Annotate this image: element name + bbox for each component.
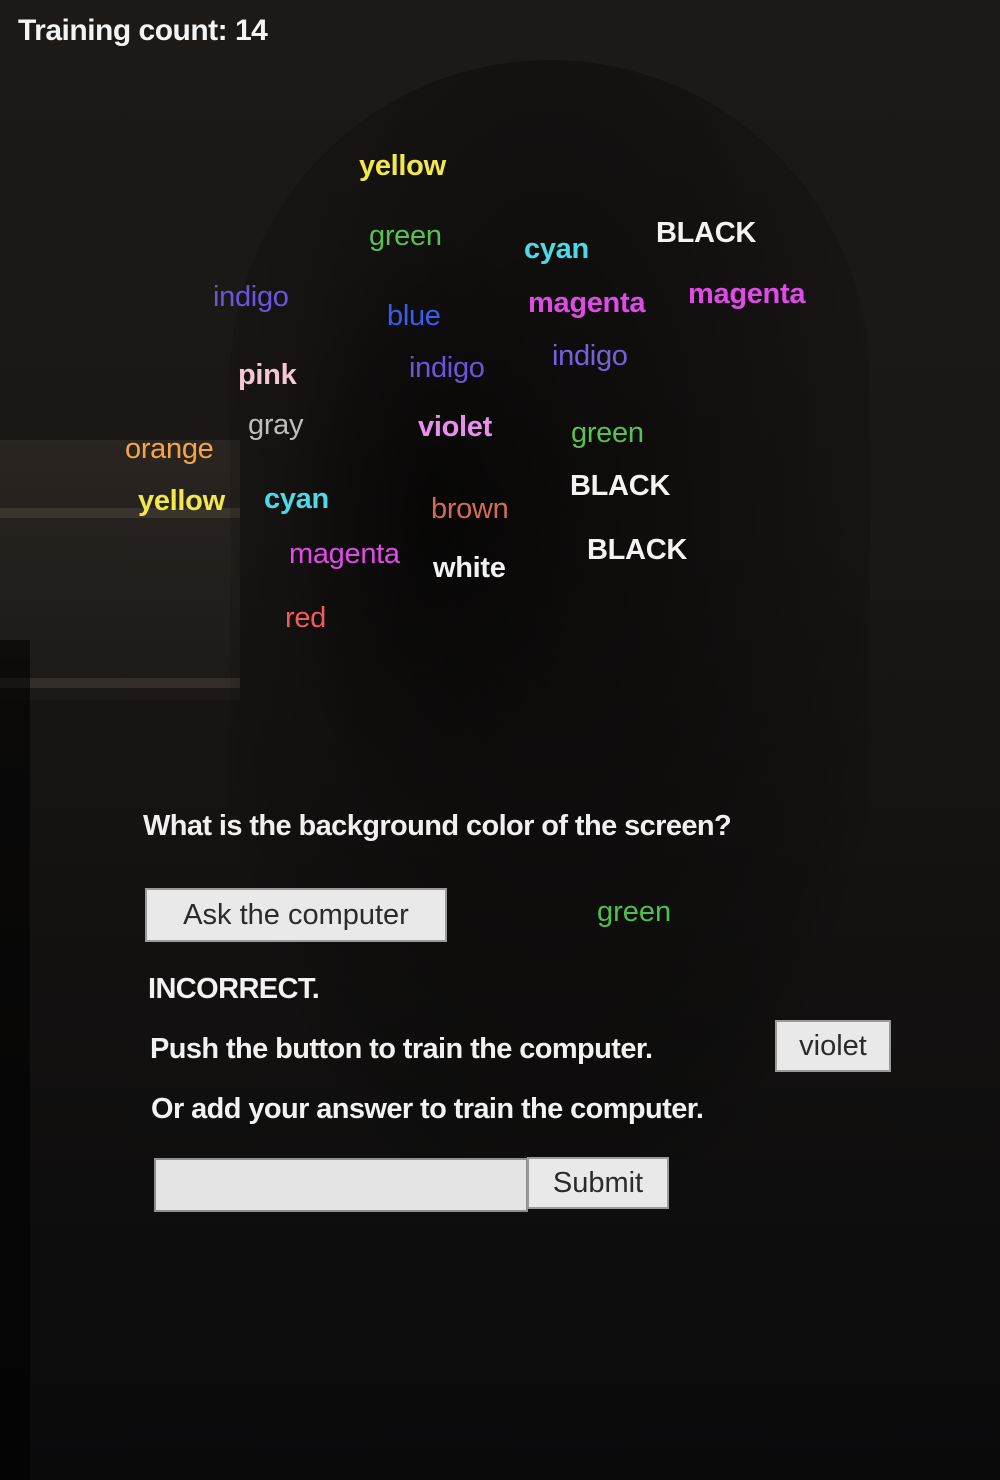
color-word: BLACK (587, 534, 687, 566)
color-word: indigo (552, 340, 628, 372)
color-word: orange (125, 433, 214, 465)
answer-input[interactable] (154, 1158, 528, 1212)
color-word: magenta (528, 287, 646, 319)
monitor-bezel (0, 640, 30, 1480)
computer-answer: green (597, 896, 672, 928)
color-word: indigo (213, 281, 289, 313)
train-answer-button[interactable]: violet (775, 1020, 891, 1072)
color-word: gray (248, 409, 304, 441)
color-word: green (369, 220, 442, 252)
ask-computer-button[interactable]: Ask the computer (145, 888, 447, 942)
color-word: blue (387, 300, 441, 332)
color-word: BLACK (570, 470, 670, 502)
color-word: brown (431, 493, 509, 525)
color-word: BLACK (656, 217, 756, 249)
color-word: magenta (688, 278, 806, 310)
training-count: Training count: 14 (18, 14, 268, 47)
color-word: yellow (359, 150, 446, 182)
color-word: magenta (289, 538, 400, 570)
add-answer-instruction: Or add your answer to train the computer… (151, 1093, 704, 1125)
question-text: What is the background color of the scre… (143, 810, 732, 842)
color-word: pink (238, 359, 297, 391)
color-word: yellow (138, 485, 225, 517)
background-shelf (0, 440, 240, 700)
color-word: green (571, 417, 644, 449)
submit-button[interactable]: Submit (527, 1157, 669, 1209)
verdict-text: INCORRECT. (148, 973, 320, 1005)
color-word: violet (418, 411, 492, 443)
color-word: white (433, 552, 506, 584)
color-word: cyan (264, 483, 329, 515)
color-word: indigo (409, 352, 485, 384)
color-word: cyan (524, 233, 589, 265)
push-instruction: Push the button to train the computer. (150, 1033, 653, 1065)
color-word: red (285, 602, 327, 634)
shelf-edge (0, 678, 240, 688)
